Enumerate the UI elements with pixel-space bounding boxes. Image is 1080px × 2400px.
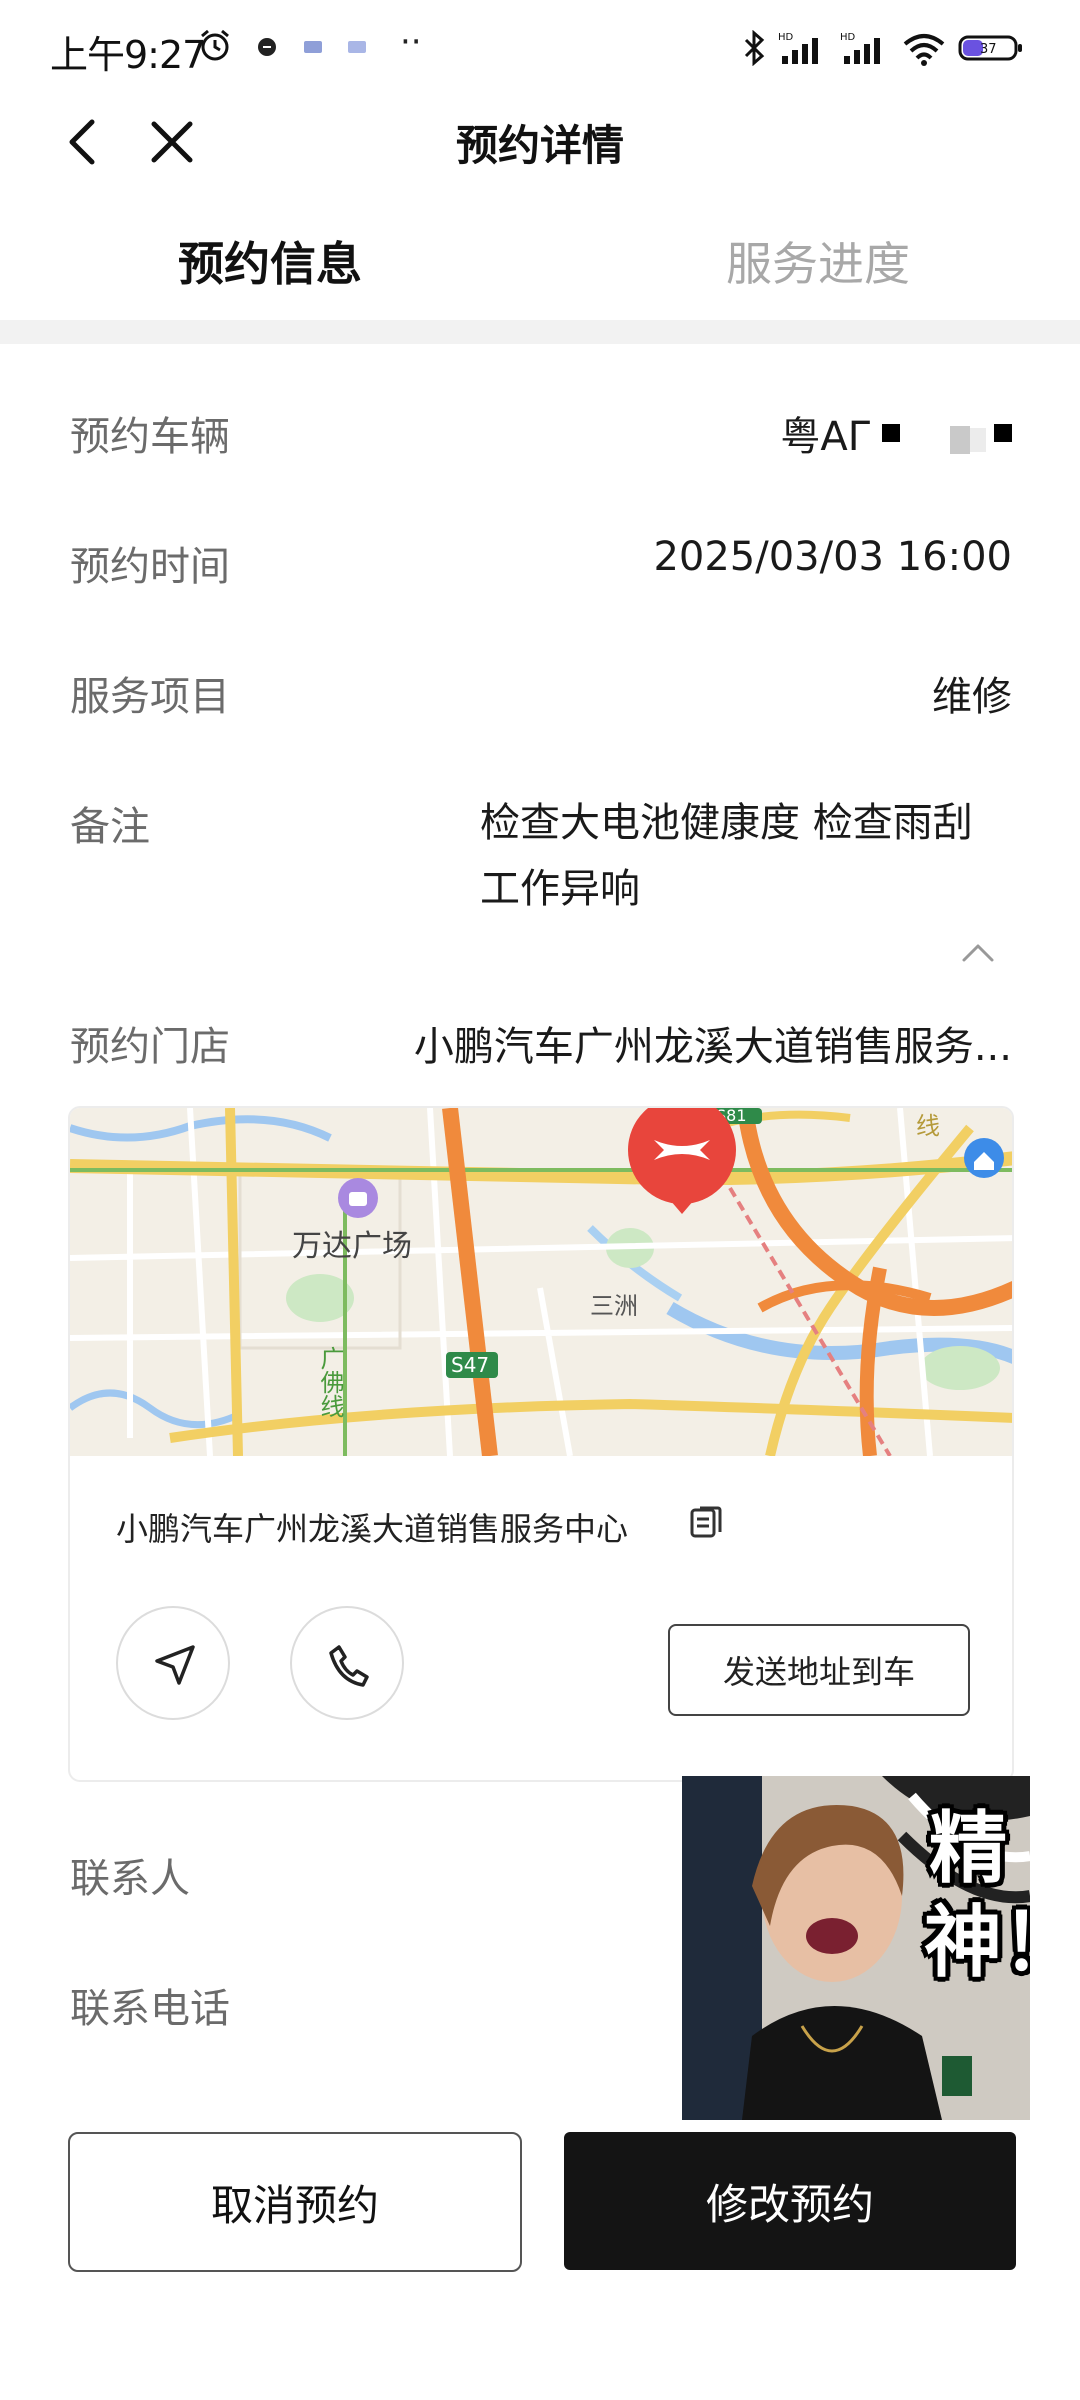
- tab-appointment-info[interactable]: 预约信息: [178, 228, 362, 294]
- modify-appointment-button[interactable]: 修改预约: [564, 2132, 1016, 2270]
- phone-icon: [329, 1645, 369, 1687]
- time-value: 2025/03/03 16:00: [653, 534, 1012, 580]
- svg-text:HD: HD: [840, 32, 856, 43]
- status-bar: 上午9:27 ·· HD HD 37: [0, 0, 1080, 96]
- store-full-name: 小鹏汽车广州龙溪大道销售服务中心: [116, 1510, 629, 1548]
- map-label-line: 线: [916, 1112, 940, 1140]
- battery-icon: 37: [958, 35, 1022, 61]
- tab-service-progress[interactable]: 服务进度: [726, 228, 910, 294]
- wifi-icon: [903, 34, 945, 66]
- map-label-sanzhou: 三洲: [590, 1292, 638, 1320]
- row-service: 服务项目 维修: [70, 664, 1012, 724]
- bluetooth-icon: [744, 30, 765, 66]
- phone-label: 联系电话: [70, 1986, 230, 2032]
- row-vehicle: 预约车辆 粤AΓ: [70, 404, 1012, 464]
- notification-app-icon: [258, 38, 276, 56]
- signal-hd-icon-2: HD: [840, 32, 880, 64]
- signal-hd-icon: HD: [778, 32, 818, 64]
- contact-label: 联系人: [70, 1856, 190, 1902]
- sticker-caption: 精神！: [924, 1804, 1030, 1988]
- map-label-s47: S47: [451, 1353, 489, 1377]
- notification-app-icon-2: [304, 41, 322, 53]
- store-card: 万达广场 三洲 S47 S81 广佛线 线 小鹏汽车广州龙溪大道销售服务中心 发…: [68, 1106, 1014, 1782]
- map-label-wanda: 万达广场: [292, 1229, 412, 1264]
- store-value: 小鹏汽车广州龙溪大道销售服务...: [413, 1024, 1012, 1070]
- store-map[interactable]: 万达广场 三洲 S47 S81 广佛线 线: [70, 1108, 1014, 1456]
- section-divider: [0, 320, 1080, 344]
- row-store: 预约门店 小鹏汽车广州龙溪大道销售服务...: [70, 1014, 1012, 1074]
- remark-label: 备注: [70, 804, 150, 850]
- call-button[interactable]: [290, 1606, 404, 1720]
- send-address-to-car-button[interactable]: 发送地址到车: [668, 1624, 970, 1716]
- navigate-button[interactable]: [116, 1606, 230, 1720]
- copy-icon[interactable]: [688, 1506, 724, 1542]
- battery-level-text: 37: [980, 42, 997, 57]
- remark-value: 检查大电池健康度 检查雨刮工作异响: [480, 800, 973, 912]
- store-label: 预约门店: [70, 1024, 230, 1070]
- svg-text:HD: HD: [778, 32, 794, 43]
- appointment-detail-page: 上午9:27 ·· HD HD 37 预约详情 预约信息 服务进度 预约车辆 粤…: [0, 0, 1080, 2400]
- vehicle-label: 预约车辆: [70, 414, 230, 460]
- service-value: 维修: [932, 674, 1012, 720]
- nav-bar: 预约详情: [0, 96, 1080, 216]
- notification-app-icon-3: [348, 41, 366, 53]
- row-time: 预约时间 2025/03/03 16:00: [70, 534, 1012, 594]
- vehicle-plate-value: 粤AΓ: [780, 414, 870, 460]
- status-right-group: HD HD 37: [742, 30, 1024, 66]
- more-notifications-indicator: ··: [400, 22, 422, 62]
- status-time: 上午9:27: [50, 33, 206, 77]
- service-label: 服务项目: [70, 674, 230, 720]
- alarm-icon: [201, 29, 229, 61]
- collapse-chevron-icon[interactable]: [958, 938, 998, 966]
- map-label-guangfo-line: 广佛线: [316, 1346, 344, 1418]
- cancel-appointment-button[interactable]: 取消预约: [68, 2132, 522, 2272]
- navigation-arrow-icon: [155, 1645, 195, 1685]
- row-remark: 备注 检查大电池健康度 检查雨刮工作异响: [70, 790, 1012, 930]
- plate-redaction: [882, 424, 1012, 454]
- time-label: 预约时间: [70, 544, 230, 590]
- tab-bar: 预约信息 服务进度: [0, 210, 1080, 320]
- sticker-overlay: 精神！: [682, 1776, 1030, 2120]
- page-title: 预约详情: [455, 121, 624, 170]
